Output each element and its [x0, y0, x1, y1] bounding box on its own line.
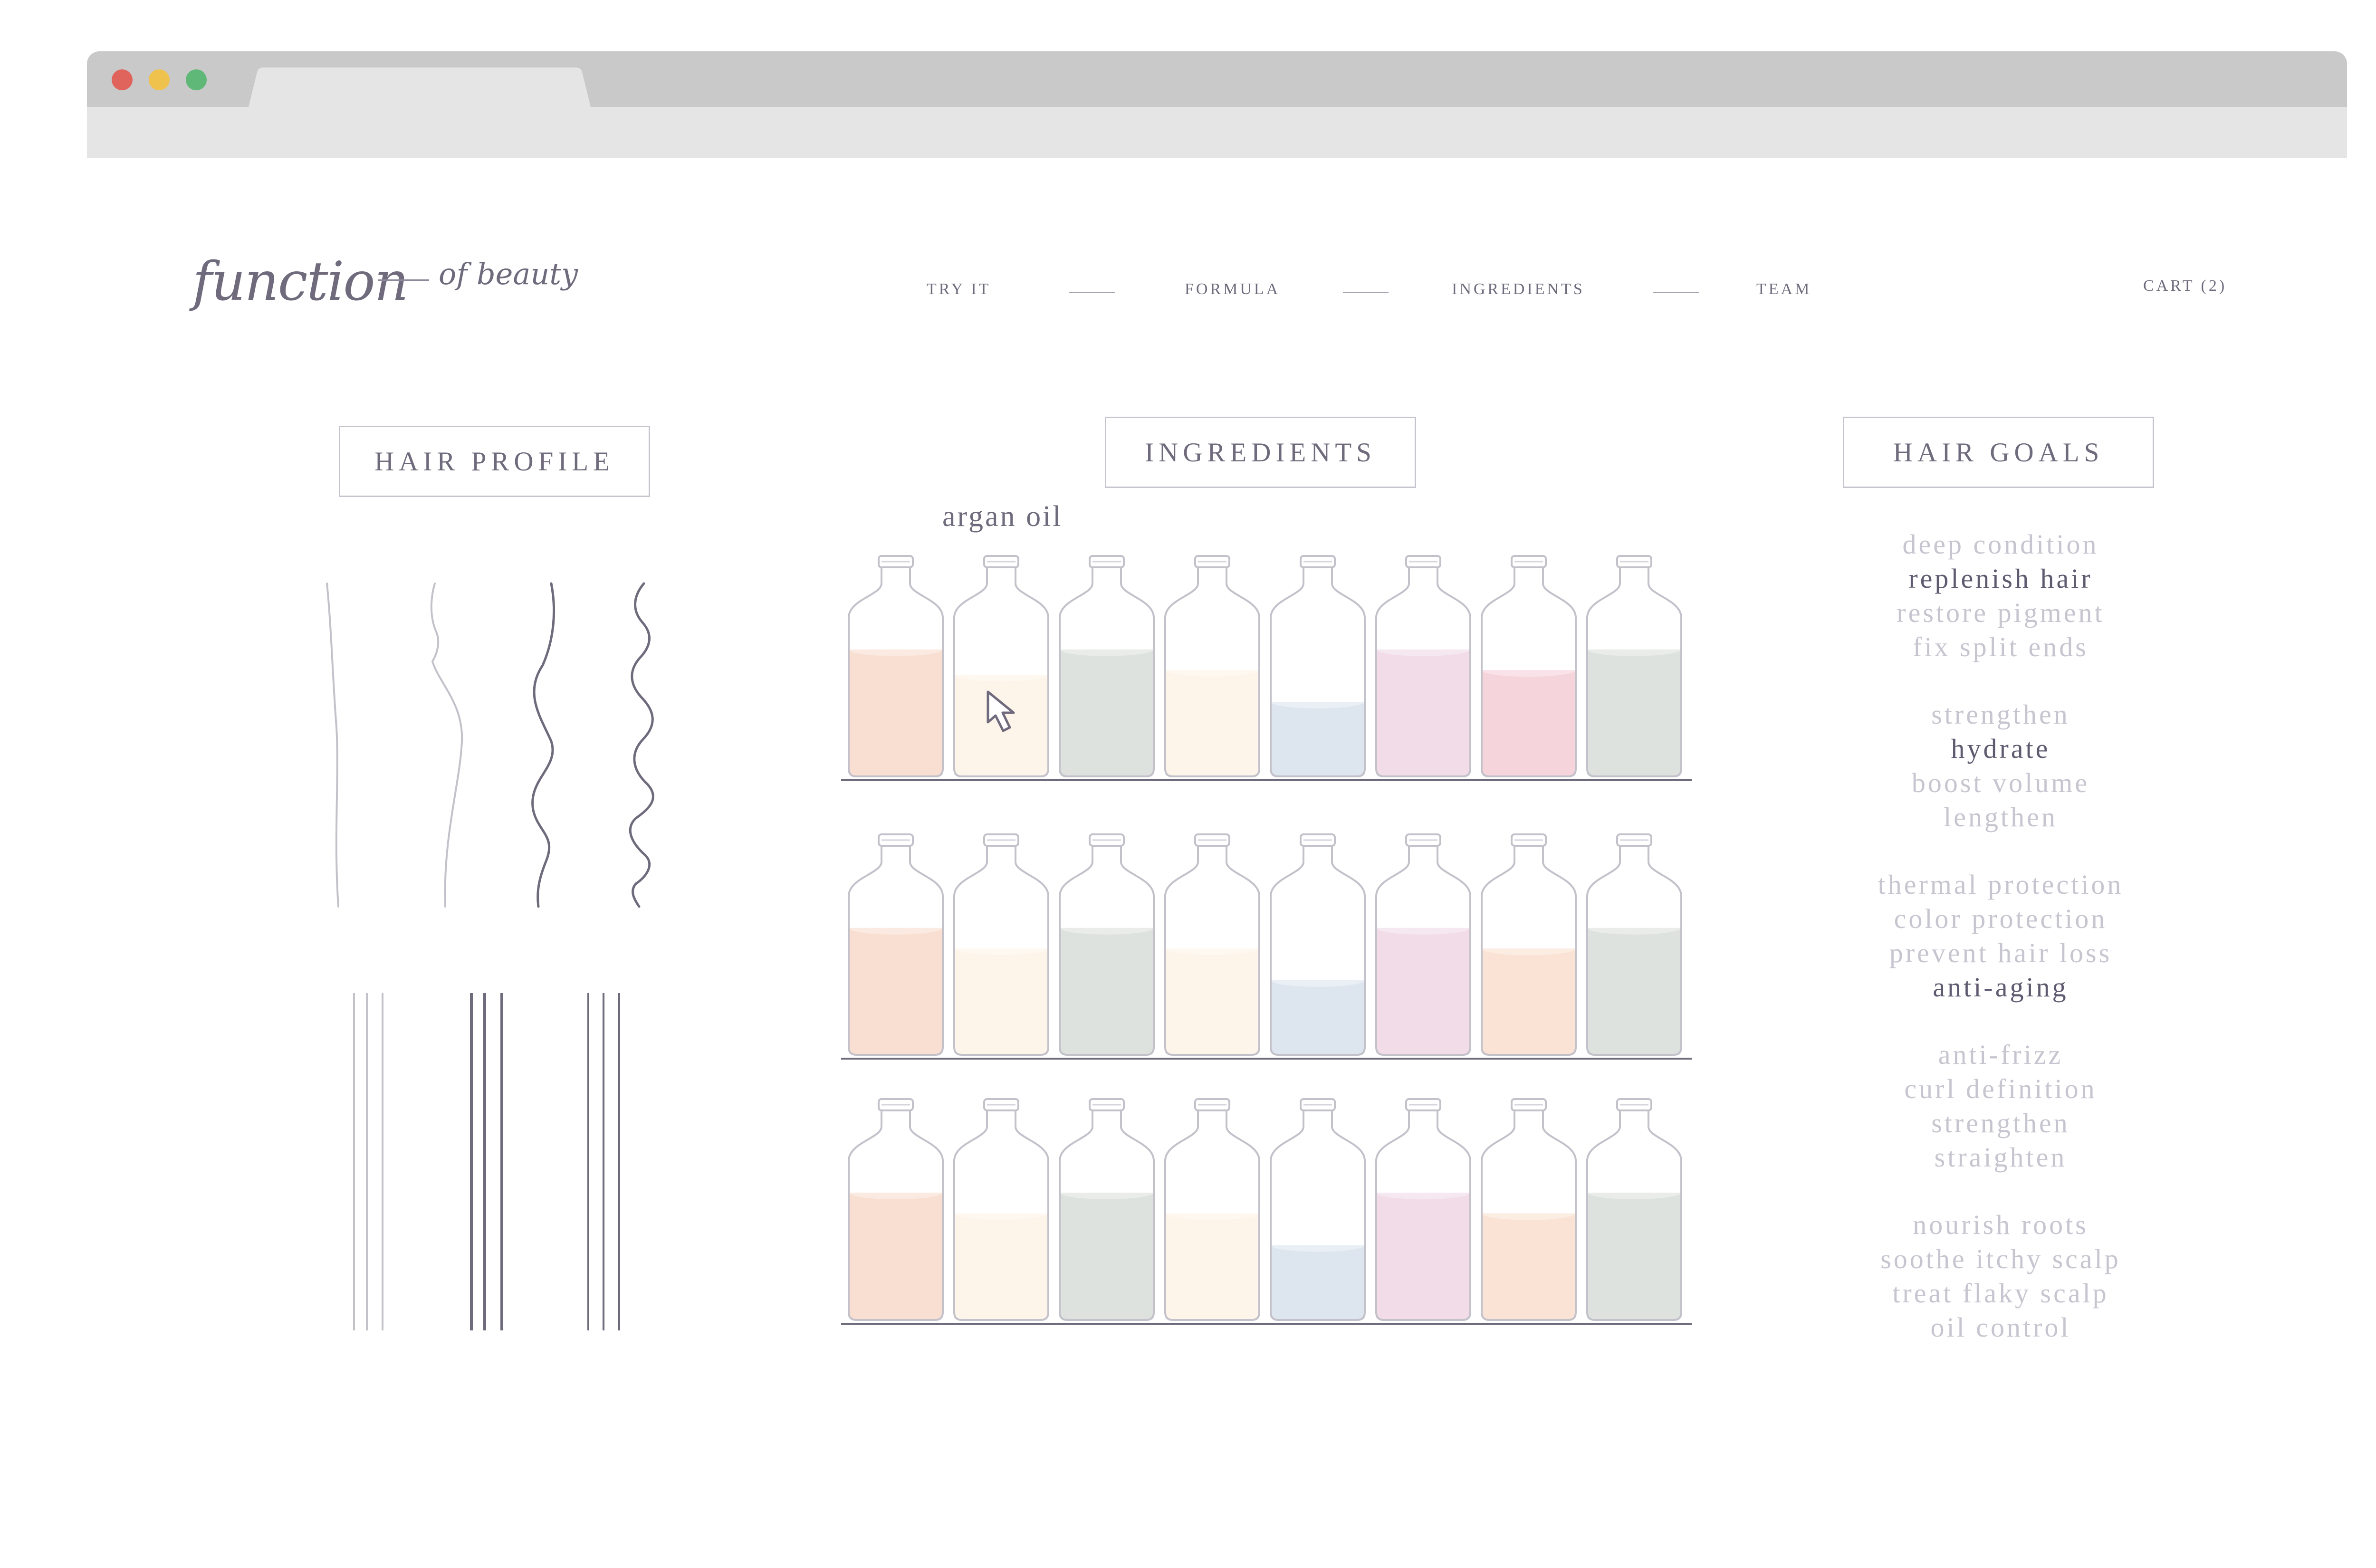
- hair-goal-option[interactable]: strengthen: [1775, 1106, 2226, 1140]
- hair-goal-option[interactable]: strengthen: [1775, 698, 2226, 732]
- bottle-liquid: [1587, 1193, 1681, 1320]
- ingredient-bottle[interactable]: [1481, 833, 1577, 1056]
- bottle-liquid: [849, 649, 943, 776]
- bottle-liquid: [1271, 1245, 1365, 1320]
- bottle-liquid: [1482, 670, 1576, 776]
- hair-goals-list: deep condition replenish hair restore pigm…: [1775, 527, 2226, 1378]
- cursor-arrow-icon: [987, 690, 1015, 732]
- hair-goal-option-selected[interactable]: replenish hair: [1775, 562, 2226, 596]
- hair-goal-group: strengthen hydrate boost volume lengthen: [1775, 698, 2226, 834]
- hair-goal-option[interactable]: straighten: [1775, 1140, 2226, 1175]
- hair-goal-option[interactable]: color protection: [1775, 902, 2226, 936]
- hair-goal-group: deep condition replenish hair restore pigm…: [1775, 527, 2226, 664]
- bottle-liquid: [1271, 980, 1365, 1055]
- ingredient-bottle[interactable]: [848, 833, 944, 1056]
- hair-goal-option[interactable]: lengthen: [1775, 800, 2226, 834]
- hair-goal-option[interactable]: anti-frizz: [1775, 1038, 2226, 1072]
- hair-goal-option[interactable]: oil control: [1775, 1310, 2226, 1345]
- hair-goal-option[interactable]: fix split ends: [1775, 630, 2226, 664]
- hair-goal-option[interactable]: thermal protection: [1775, 868, 2226, 902]
- ingredient-bottle[interactable]: [1270, 833, 1366, 1056]
- hair-goal-option[interactable]: soothe itchy scalp: [1775, 1242, 2226, 1276]
- bottle-liquid: [1060, 927, 1154, 1055]
- bottle-liquid: [849, 927, 943, 1055]
- bottle-liquid: [1376, 927, 1470, 1055]
- bottle-liquid: [1271, 702, 1365, 776]
- ingredient-bottle[interactable]: [1270, 1098, 1366, 1321]
- hair-goal-option[interactable]: boost volume: [1775, 766, 2226, 800]
- ingredient-bottle[interactable]: [1270, 555, 1366, 777]
- ingredient-bottle[interactable]: [953, 833, 1049, 1056]
- bottle-liquid: [1165, 1213, 1259, 1320]
- ingredient-bottle[interactable]: [1059, 555, 1155, 777]
- ingredient-bottle[interactable]: [953, 1098, 1049, 1321]
- ingredient-bottle[interactable]: [1586, 555, 1682, 777]
- hair-goal-option[interactable]: deep condition: [1775, 527, 2226, 562]
- ingredient-bottle[interactable]: [1586, 1098, 1682, 1321]
- ingredient-bottle[interactable]: [1164, 1098, 1260, 1321]
- bottle-liquid: [849, 1193, 943, 1320]
- bottle-liquid: [1376, 649, 1470, 776]
- ingredient-bottle[interactable]: [1481, 555, 1577, 777]
- ingredient-bottle[interactable]: [1059, 833, 1155, 1056]
- bottle-liquid: [1165, 670, 1259, 776]
- hair-goal-group: anti-frizz curl definition strengthen strai…: [1775, 1038, 2226, 1175]
- ingredient-bottle[interactable]: [848, 555, 944, 777]
- hair-goal-option[interactable]: treat flaky scalp: [1775, 1276, 2226, 1310]
- ingredient-bottle[interactable]: [1059, 1098, 1155, 1321]
- hair-goal-option[interactable]: restore pigment: [1775, 596, 2226, 630]
- bottle-liquid: [1587, 649, 1681, 776]
- bottle-liquid: [1482, 948, 1576, 1055]
- hair-goal-option-selected[interactable]: anti-aging: [1775, 970, 2226, 1004]
- hair-goal-group: nourish roots soothe itchy scalp treat fla…: [1775, 1208, 2226, 1345]
- ingredient-bottle[interactable]: [1164, 833, 1260, 1056]
- bottle-liquid: [1165, 948, 1259, 1055]
- hair-goal-group: thermal protection color protection preven…: [1775, 868, 2226, 1004]
- bottle-liquid: [1376, 1193, 1470, 1320]
- ingredient-bottle[interactable]: [1375, 1098, 1471, 1321]
- bottle-liquid: [1060, 649, 1154, 776]
- hair-goal-option[interactable]: curl definition: [1775, 1072, 2226, 1106]
- ingredient-bottle[interactable]: [1375, 833, 1471, 1056]
- ingredient-bottle[interactable]: [1375, 555, 1471, 777]
- ingredient-bottle[interactable]: [1164, 555, 1260, 777]
- ingredient-bottle[interactable]: [953, 555, 1049, 777]
- hair-goal-option-selected[interactable]: hydrate: [1775, 732, 2226, 766]
- hair-goal-option[interactable]: nourish roots: [1775, 1208, 2226, 1242]
- ingredient-bottle[interactable]: [1586, 833, 1682, 1056]
- bottle-liquid: [954, 948, 1048, 1055]
- hair-goal-option[interactable]: prevent hair loss: [1775, 936, 2226, 970]
- ingredient-bottle[interactable]: [1481, 1098, 1577, 1321]
- bottle-liquid: [1482, 1213, 1576, 1320]
- bottle-liquid: [1587, 927, 1681, 1055]
- ingredient-bottle[interactable]: [848, 1098, 944, 1321]
- bottle-liquid: [1060, 1193, 1154, 1320]
- bottle-liquid: [954, 1213, 1048, 1320]
